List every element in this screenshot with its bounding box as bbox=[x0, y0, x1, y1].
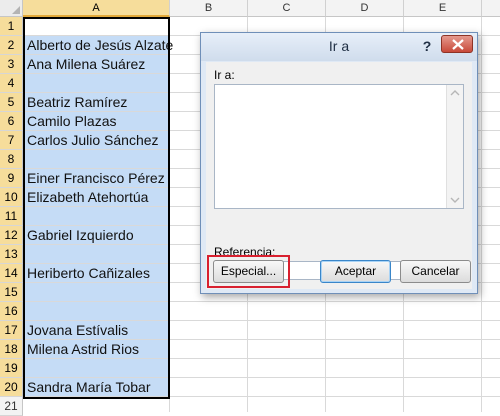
column-header-b[interactable]: B bbox=[170, 0, 248, 17]
row-header[interactable]: 15 bbox=[0, 283, 23, 302]
cell-a14[interactable]: Heriberto Cañizales bbox=[27, 264, 150, 283]
row-header[interactable]: 18 bbox=[0, 340, 23, 359]
row-header[interactable]: 7 bbox=[0, 131, 23, 150]
column-header-f[interactable] bbox=[482, 0, 500, 17]
gridline bbox=[481, 17, 482, 412]
row-header[interactable]: 13 bbox=[0, 245, 23, 264]
cell-a10[interactable]: Elizabeth Atehortúa bbox=[27, 188, 148, 207]
goto-list-scrollbar[interactable] bbox=[446, 85, 463, 208]
cancel-button[interactable]: Cancelar bbox=[400, 260, 471, 283]
close-icon bbox=[452, 39, 464, 50]
chevron-up-icon[interactable] bbox=[450, 89, 460, 97]
row-header[interactable]: 2 bbox=[0, 36, 23, 55]
cell-a3[interactable]: Ana Milena Suárez bbox=[27, 55, 145, 74]
row-header[interactable]: 14 bbox=[0, 264, 23, 283]
row-header[interactable]: 8 bbox=[0, 150, 23, 169]
column-header-e[interactable]: E bbox=[404, 0, 482, 17]
row-header[interactable]: 11 bbox=[0, 207, 23, 226]
gridline bbox=[169, 17, 170, 412]
dialog-titlebar[interactable]: Ir a ? bbox=[201, 33, 477, 61]
column-header-a[interactable]: A bbox=[23, 0, 170, 17]
column-header-d[interactable]: D bbox=[326, 0, 404, 17]
row-header[interactable]: 4 bbox=[0, 74, 23, 93]
row-header[interactable]: 19 bbox=[0, 359, 23, 378]
active-cell-a1[interactable] bbox=[25, 19, 168, 35]
cell-a5[interactable]: Beatriz Ramírez bbox=[27, 93, 127, 112]
cell-a6[interactable]: Camilo Plazas bbox=[27, 112, 116, 131]
goto-label: Ir a: bbox=[214, 68, 235, 82]
row-header[interactable]: 6 bbox=[0, 112, 23, 131]
goto-list[interactable] bbox=[214, 84, 464, 209]
row-header[interactable]: 9 bbox=[0, 169, 23, 188]
cell-a2[interactable]: Alberto de Jesús Alzate bbox=[27, 36, 173, 55]
gridline bbox=[23, 301, 500, 302]
row-header[interactable]: 10 bbox=[0, 188, 23, 207]
row-header[interactable]: 17 bbox=[0, 321, 23, 340]
cell-a18[interactable]: Milena Astrid Rios bbox=[27, 340, 139, 359]
accept-button[interactable]: Aceptar bbox=[320, 260, 391, 283]
cell-a7[interactable]: Carlos Julio Sánchez bbox=[27, 131, 159, 150]
dialog-title: Ir a bbox=[328, 38, 350, 54]
chevron-down-icon[interactable] bbox=[450, 196, 460, 204]
row-header[interactable]: 1 bbox=[0, 17, 23, 36]
select-all-corner[interactable] bbox=[0, 0, 23, 17]
row-header[interactable]: 12 bbox=[0, 226, 23, 245]
special-button-highlight bbox=[207, 255, 290, 288]
cell-a9[interactable]: Einer Francisco Pérez bbox=[27, 169, 165, 188]
row-header[interactable]: 3 bbox=[0, 55, 23, 74]
cell-a12[interactable]: Gabriel Izquierdo bbox=[27, 226, 134, 245]
row-header[interactable]: 21 bbox=[0, 397, 23, 416]
row-header[interactable]: 5 bbox=[0, 93, 23, 112]
row-header[interactable]: 20 bbox=[0, 378, 23, 397]
cell-a17[interactable]: Jovana Estívalis bbox=[27, 321, 128, 340]
close-button[interactable] bbox=[441, 35, 473, 53]
row-header[interactable]: 16 bbox=[0, 302, 23, 321]
cell-a20[interactable]: Sandra María Tobar bbox=[27, 378, 150, 397]
help-button[interactable]: ? bbox=[420, 37, 434, 55]
column-header-c[interactable]: C bbox=[248, 0, 326, 17]
column-headers: A B C D E bbox=[23, 0, 500, 17]
